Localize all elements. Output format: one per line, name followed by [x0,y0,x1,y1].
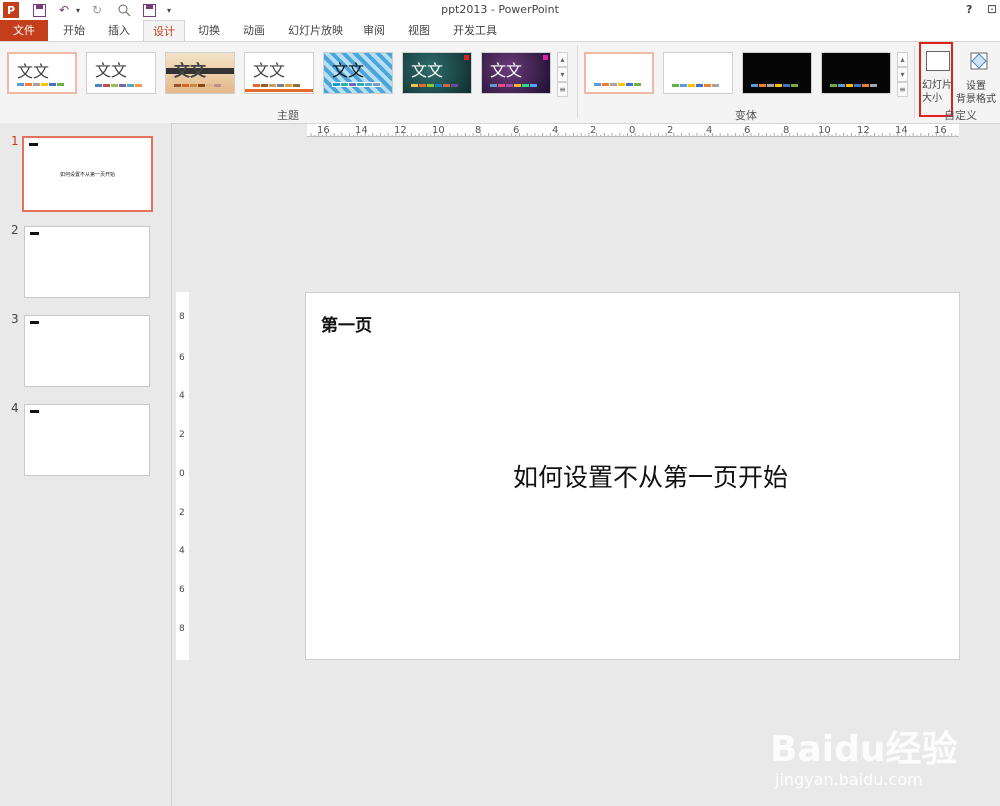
ruler-label: 2 [179,508,185,518]
format-background-icon [970,52,988,70]
ruler-label: 4 [179,546,185,556]
variant-4[interactable] [821,52,891,94]
slide-number: 2 [11,223,19,237]
thumbnail-title [29,143,38,146]
highlight-box [919,42,953,117]
customize-group-label: 自定义 [944,109,977,122]
ruler-label: 6 [513,125,520,136]
slide-thumbnail-1[interactable]: 如何设置不从第一页开始 [22,136,153,212]
format-background-button[interactable]: 设置 背景格式 [956,44,1000,116]
ruler-label: 0 [179,469,185,479]
slide-canvas[interactable]: 第一页 如何设置不从第一页开始 [305,292,960,660]
ruler-label: 2 [590,125,597,136]
theme-6[interactable]: 文文 [402,52,472,94]
theme-3[interactable]: 文文 [165,52,235,94]
slide-number: 4 [11,401,19,415]
ruler-label: 6 [179,585,185,595]
ruler-label: 2 [179,430,185,440]
ribbon: 文文 文文 文文 文文 文文 文文 文文 ▴ ▾ ≡ 主题 ▴ ▾ ≡ 变体 幻… [0,41,1000,124]
theme-2[interactable]: 文文 [86,52,156,94]
slide-title[interactable]: 第一页 [321,311,372,336]
gallery-scroll-down-icon[interactable]: ▾ [557,67,568,82]
ruler-label: 8 [783,125,790,136]
format-background-label-2: 背景格式 [956,94,996,105]
ruler-label: 16 [317,125,330,136]
thumbnail-title [30,410,39,413]
thumbnail-subtitle: 如何设置不从第一页开始 [59,172,115,178]
ruler-label: 6 [744,125,751,136]
slide-thumbnail-2[interactable] [24,226,150,298]
watermark-url: jingyan.baidu.com [775,770,923,789]
tab-developer[interactable]: 开发工具 [444,20,506,41]
ruler-label: 14 [895,125,908,136]
slide-thumbnail-3[interactable] [24,315,150,387]
tab-file[interactable]: 文件 [0,20,48,41]
ruler-label: 16 [934,125,947,136]
vertical-ruler: 8 6 4 2 0 2 4 6 8 [176,292,189,660]
ruler-label: 12 [394,125,407,136]
slide-number: 1 [11,134,19,148]
theme-4[interactable]: 文文 [244,52,314,94]
theme-7[interactable]: 文文 [481,52,551,94]
gallery-more-icon[interactable]: ≡ [557,82,568,97]
ruler-label: 6 [179,353,185,363]
ruler-label: 10 [432,125,445,136]
watermark-logo: Baidu经验 [770,729,958,770]
variant-3[interactable] [742,52,812,94]
tab-review[interactable]: 审阅 [354,20,394,41]
tab-insert[interactable]: 插入 [99,20,139,41]
variant-2[interactable] [663,52,733,94]
ruler-label: 0 [629,125,636,136]
window-title: ppt2013 - PowerPoint [441,3,559,16]
ruler-label: 8 [179,312,185,322]
theme-office[interactable]: 文文 [7,52,77,94]
thumbnail-title [30,321,39,324]
variants-group-label: 变体 [735,109,757,122]
divider [914,46,915,118]
variant-scroll-down-icon[interactable]: ▾ [897,67,908,82]
slide-number: 3 [11,312,19,326]
ruler-label: 4 [179,391,185,401]
gallery-scroll-up-icon[interactable]: ▴ [557,52,568,67]
horizontal-ruler: 16 14 12 10 8 6 4 2 0 2 4 6 8 10 12 14 1… [307,124,959,137]
ruler-label: 8 [179,624,185,634]
ruler-label: 2 [667,125,674,136]
theme-5[interactable]: 文文 [323,52,393,94]
ruler-label: 12 [857,125,870,136]
ruler-label: 4 [706,125,713,136]
variant-1[interactable] [584,52,654,94]
ruler-label: 10 [818,125,831,136]
variant-scroll-up-icon[interactable]: ▴ [897,52,908,67]
tab-view[interactable]: 视图 [399,20,439,41]
title-bar: P ↶ ▾ ↻ ▾ ppt2013 - PowerPoint ? ⊡ [0,0,1000,20]
ruler-label: 8 [475,125,482,136]
ruler-label: 14 [355,125,368,136]
tab-design[interactable]: 设计 [143,20,185,42]
help-icon[interactable]: ? [966,3,972,16]
slide-thumbnail-4[interactable] [24,404,150,476]
slide-subtitle[interactable]: 如何设置不从第一页开始 [306,458,959,494]
themes-group-label: 主题 [277,109,299,122]
thumbnail-title [30,232,39,235]
tab-home[interactable]: 开始 [54,20,94,41]
divider [577,46,578,118]
restore-icon[interactable]: ⊡ [987,2,997,16]
tab-slideshow[interactable]: 幻灯片放映 [279,20,352,41]
variant-more-icon[interactable]: ≡ [897,82,908,97]
ruler-label: 4 [552,125,559,136]
tab-transitions[interactable]: 切换 [189,20,229,41]
tab-animations[interactable]: 动画 [234,20,274,41]
